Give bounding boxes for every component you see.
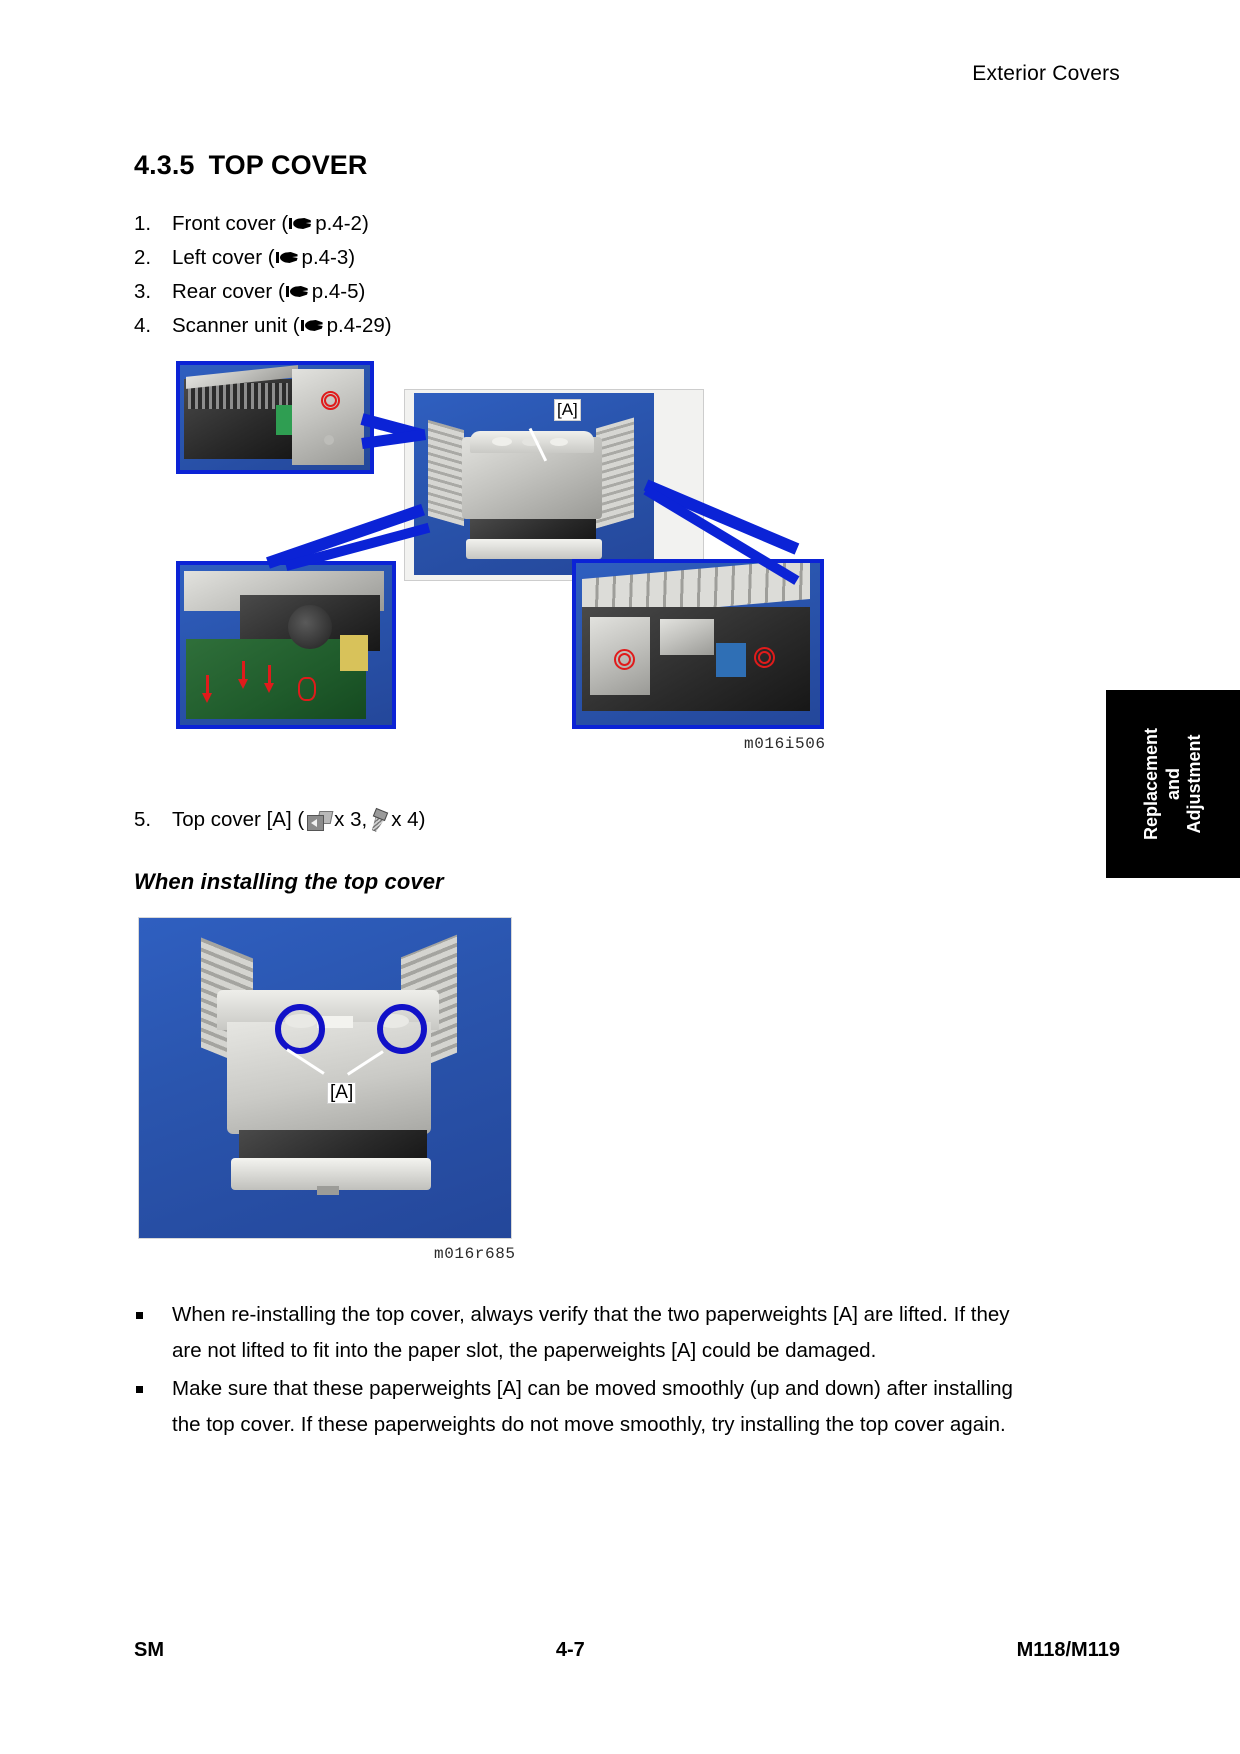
- step-text-tail: ): [348, 246, 356, 269]
- figure-top-cover-install: [A] m016r685: [134, 917, 1014, 1263]
- side-tab-line-2: and: [1162, 768, 1183, 801]
- figure2-photo: [A]: [138, 917, 512, 1239]
- figure2-blue-highlight-right: [377, 1004, 427, 1054]
- removal-steps-list: 1. Front cover ( p.4-2) 2. Left cover ( p.4-…: [134, 207, 1014, 343]
- step5-list: 5. Top cover [A] ( x 3, x 4): [134, 803, 1014, 837]
- step-text: Left cover (: [172, 246, 275, 269]
- installation-notes-list: When re-installing the top cover, always…: [134, 1297, 1014, 1443]
- connector-icon: [307, 811, 334, 831]
- list-item: 1. Front cover ( p.4-2): [134, 207, 1014, 241]
- section-number: 4.3.5: [134, 150, 195, 180]
- chapter-side-tab: Replacement and Adjustment: [1106, 690, 1240, 878]
- list-item: Make sure that these paperweights [A] ca…: [134, 1371, 1014, 1443]
- page-footer: SM 4-7 M118/M119: [134, 1639, 1120, 1662]
- step-text: Front cover (: [172, 212, 289, 235]
- figure1-caption: m016i506: [744, 735, 826, 753]
- step-number: 2.: [134, 246, 152, 269]
- list-item: 3. Rear cover ( p.4-5): [134, 275, 1014, 309]
- figure1-red-arrow: [206, 675, 209, 695]
- figure1-red-arrow: [268, 665, 271, 685]
- figure1-panel-bottom-left: [176, 561, 396, 729]
- figure1-panel-top-left: [176, 361, 374, 474]
- figure1-red-arrow-head: [264, 683, 274, 693]
- side-tab-line-3: Adjustment: [1184, 734, 1205, 834]
- footer-page-number: 4-7: [555, 1639, 585, 1661]
- screw-count: x 4): [391, 808, 426, 831]
- side-tab-line-1: Replacement: [1140, 727, 1161, 841]
- page-content: 4.3.5 TOP COVER 1. Front cover ( p.4-2) 2. L…: [134, 150, 1014, 1445]
- figure2-callout-a: [A]: [327, 1082, 357, 1104]
- figure1-panel-bottom-right: [572, 559, 824, 729]
- screw-icon: [370, 807, 389, 831]
- figure1-callout-a: [A]: [554, 399, 581, 421]
- step-text: Scanner unit (: [172, 314, 300, 337]
- figure1-red-highlight: [298, 677, 316, 701]
- step-text-tail: ): [384, 314, 392, 337]
- hand-pointer-icon: [275, 251, 301, 266]
- figure2-caption: m016r685: [434, 1245, 516, 1263]
- step-number: 4.: [134, 314, 152, 337]
- list-item: When re-installing the top cover, always…: [134, 1297, 1014, 1369]
- step-reference: p.4-3: [301, 246, 349, 269]
- step-text-tail: ): [358, 280, 366, 303]
- step-text: Rear cover (: [172, 280, 285, 303]
- figure1-canvas: [A] m016i506: [176, 361, 856, 781]
- step-reference: p.4-29: [326, 314, 385, 337]
- figure1-center-photo: [A]: [414, 393, 654, 575]
- step-text-tail: ): [361, 212, 369, 235]
- figure2-blue-highlight-left: [275, 1004, 325, 1054]
- list-item: 4. Scanner unit ( p.4-29): [134, 309, 1014, 343]
- step-number: 3.: [134, 280, 152, 303]
- step-number: 5.: [134, 808, 152, 831]
- list-item: 2. Left cover ( p.4-3): [134, 241, 1014, 275]
- step-number: 1.: [134, 212, 152, 235]
- figure-top-cover-removal: [A] m016i506: [134, 361, 1014, 781]
- section-title-text: TOP COVER: [208, 150, 368, 180]
- figure1-red-arrow: [242, 661, 245, 681]
- step-text: Top cover [A] (: [172, 808, 305, 831]
- connector-count: x 3,: [334, 808, 368, 831]
- list-item: 5. Top cover [A] ( x 3, x 4): [134, 803, 1014, 837]
- figure1-red-highlight-inner: [324, 394, 337, 407]
- hand-pointer-icon: [288, 217, 314, 232]
- page-title: 4.3.5 TOP COVER: [134, 150, 1014, 181]
- hand-pointer-icon: [285, 285, 311, 300]
- figure1-red-arrow-head: [238, 679, 248, 689]
- figure1-red-highlight-inner: [618, 653, 631, 666]
- running-header: Exterior Covers: [972, 62, 1120, 85]
- subsection-heading: When installing the top cover: [134, 869, 444, 894]
- hand-pointer-icon: [300, 319, 326, 334]
- step-reference: p.4-2: [315, 212, 362, 235]
- figure1-red-arrow-head: [202, 693, 212, 703]
- footer-model-code: M118/M119: [1016, 1639, 1120, 1661]
- figure1-red-highlight-inner: [758, 651, 771, 664]
- step-reference: p.4-5: [311, 280, 359, 303]
